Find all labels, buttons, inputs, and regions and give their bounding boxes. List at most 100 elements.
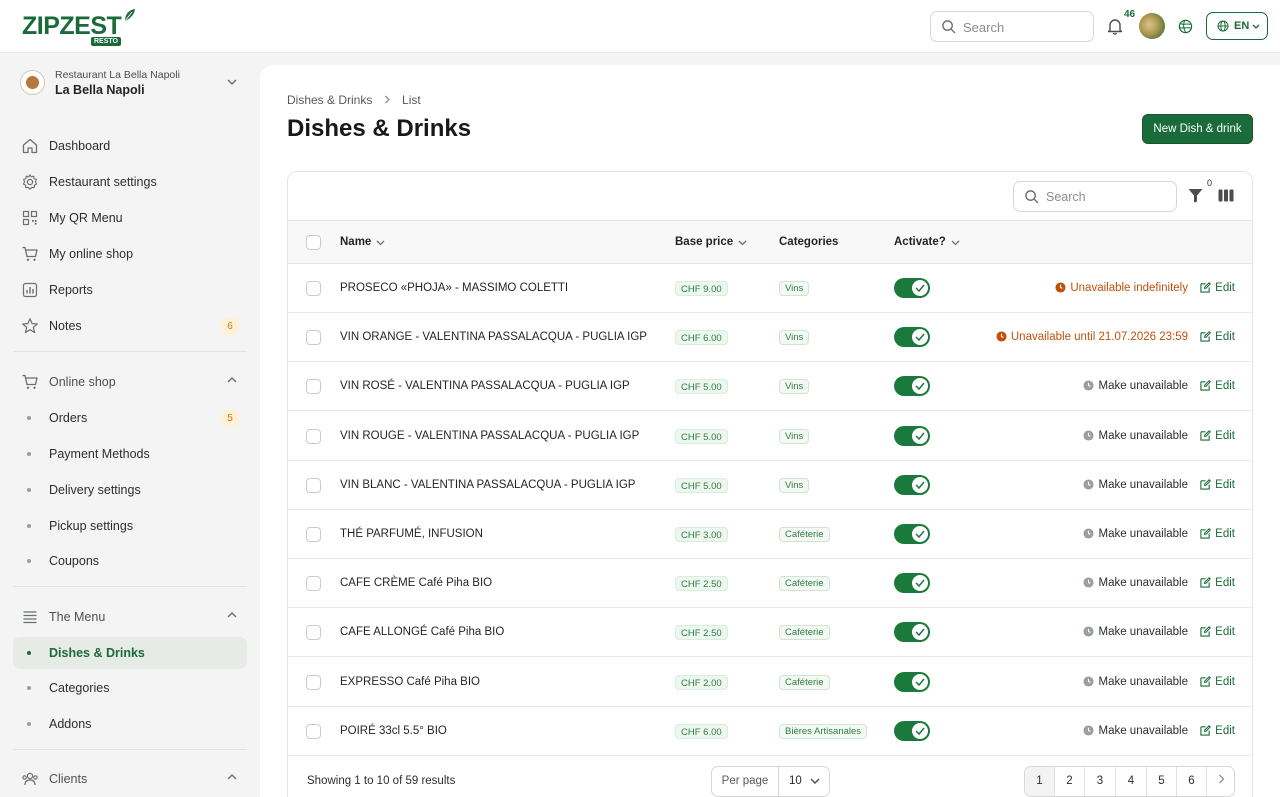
sidebar-item-online-shop[interactable]: My online shop (13, 238, 247, 270)
sidebar-item-pickup-settings[interactable]: Pickup settings (13, 510, 247, 542)
sidebar-item-reports[interactable]: Reports (13, 274, 247, 306)
sidebar-section-the-menu[interactable]: The Menu (13, 601, 247, 633)
row-checkbox[interactable] (306, 330, 321, 346)
edit-link[interactable]: Edit (1200, 676, 1235, 688)
activate-toggle[interactable] (894, 573, 930, 594)
row-checkbox[interactable] (306, 674, 321, 690)
table-row: CAFE CRÈME Café Piha BIO CHF 2.50 Caféteri… (288, 559, 1252, 609)
check-icon (915, 333, 925, 342)
restaurant-switcher[interactable]: Restaurant La Bella Napoli La Bella Napo… (20, 69, 250, 103)
language-selector[interactable]: EN (1206, 12, 1268, 40)
sidebar-item-notes[interactable]: Notes 6 (13, 310, 247, 342)
edit-link[interactable]: Edit (1200, 626, 1235, 638)
activate-toggle[interactable] (894, 376, 930, 397)
availability-action[interactable]: Make unavailable (1083, 380, 1188, 392)
chevron-up-icon (227, 377, 237, 383)
column-activate[interactable]: Activate? (894, 236, 960, 248)
column-base-price[interactable]: Base price (675, 236, 747, 248)
dish-name: VIN ROUGE - VALENTINA PASSALACQUA - PUGL… (340, 429, 640, 442)
chevron-up-icon (227, 612, 237, 618)
availability-action[interactable]: Make unavailable (1083, 725, 1188, 737)
edit-link[interactable]: Edit (1200, 725, 1235, 737)
sidebar-section-online-shop[interactable]: Online shop (13, 366, 247, 398)
user-avatar[interactable] (1139, 13, 1165, 39)
edit-link[interactable]: Edit (1200, 331, 1235, 343)
chevron-down-icon (738, 240, 747, 246)
sidebar-item-addons[interactable]: Addons (13, 708, 247, 740)
sidebar-item-restaurant-settings[interactable]: Restaurant settings (13, 166, 247, 198)
row-checkbox[interactable] (306, 281, 321, 296)
activate-toggle[interactable] (894, 671, 930, 692)
select-all-checkbox[interactable] (306, 235, 321, 250)
sidebar-item-orders[interactable]: Orders 5 (13, 402, 247, 434)
availability-action[interactable]: Unavailable indefinitely (1055, 282, 1188, 294)
dish-name: CAFE ALLONGÉ Café Piha BIO (340, 626, 505, 639)
activate-toggle[interactable] (894, 474, 930, 495)
dish-name: VIN ORANGE - VALENTINA PASSALACQUA - PUG… (340, 331, 647, 344)
activate-toggle[interactable] (894, 425, 930, 446)
row-checkbox[interactable] (306, 723, 321, 739)
filter-icon[interactable] (1187, 187, 1204, 204)
availability-action[interactable]: Unavailable until 21.07.2026 23:59 (996, 331, 1188, 343)
activate-toggle[interactable] (894, 524, 930, 544)
availability-action[interactable]: Make unavailable (1083, 676, 1188, 688)
page-2-button[interactable]: 2 (1055, 767, 1085, 796)
availability-action[interactable]: Make unavailable (1083, 430, 1188, 442)
sidebar-item-delivery-settings[interactable]: Delivery settings (13, 474, 247, 506)
activate-toggle[interactable] (894, 622, 930, 643)
next-page-button[interactable] (1207, 767, 1234, 796)
brand-logo[interactable]: ZIPZEST RESTO (22, 8, 142, 48)
clock-icon (1083, 725, 1095, 736)
global-search-input[interactable] (963, 17, 1083, 37)
column-name[interactable]: Name (340, 236, 385, 248)
world-icon[interactable] (1178, 19, 1193, 34)
toggle-knob (912, 624, 928, 641)
category-badge: Caféterie (779, 625, 830, 641)
edit-link[interactable]: Edit (1200, 479, 1235, 491)
edit-link[interactable]: Edit (1200, 380, 1235, 392)
sidebar-item-dishes-drinks[interactable]: Dishes & Drinks (13, 637, 247, 669)
per-page-select[interactable]: Per page 10 (711, 766, 830, 797)
sidebar-section-label: Clients (49, 772, 88, 786)
sidebar-item-dashboard[interactable]: Dashboard (13, 130, 247, 162)
edit-link[interactable]: Edit (1200, 528, 1235, 540)
per-page-value: 10 (789, 775, 802, 787)
edit-link[interactable]: Edit (1200, 282, 1235, 294)
availability-action[interactable]: Make unavailable (1083, 626, 1188, 638)
page-4-button[interactable]: 4 (1116, 767, 1147, 796)
table-search[interactable] (1013, 181, 1177, 212)
global-search[interactable] (930, 11, 1094, 42)
columns-icon[interactable] (1218, 189, 1234, 202)
sidebar-item-qr-menu[interactable]: My QR Menu (13, 202, 247, 234)
new-dish-drink-button[interactable]: New Dish & drink (1142, 114, 1253, 144)
sidebar-section-clients[interactable]: Clients (13, 763, 247, 795)
activate-toggle[interactable] (894, 327, 930, 348)
page-1-button[interactable]: 1 (1025, 767, 1055, 796)
availability-action[interactable]: Make unavailable (1083, 528, 1188, 540)
restaurant-logo (20, 70, 45, 95)
breadcrumb-dishes-drinks[interactable]: Dishes & Drinks (287, 93, 372, 107)
edit-icon (1200, 528, 1212, 539)
row-checkbox[interactable] (306, 576, 321, 592)
row-checkbox[interactable] (306, 477, 321, 493)
page-5-button[interactable]: 5 (1147, 767, 1177, 796)
price-badge: CHF 2.00 (675, 674, 728, 690)
edit-link[interactable]: Edit (1200, 577, 1235, 589)
activate-toggle[interactable] (894, 720, 930, 741)
row-checkbox[interactable] (306, 428, 321, 444)
filter-count: 0 (1207, 178, 1213, 188)
sidebar-item-coupons[interactable]: Coupons (13, 545, 247, 577)
sidebar-item-payment-methods[interactable]: Payment Methods (13, 438, 247, 470)
edit-link[interactable]: Edit (1200, 430, 1235, 442)
page-3-button[interactable]: 3 (1085, 767, 1116, 796)
table-search-input[interactable] (1046, 187, 1166, 207)
availability-action[interactable]: Make unavailable (1083, 577, 1188, 589)
row-checkbox[interactable] (306, 527, 321, 542)
row-checkbox[interactable] (306, 379, 321, 395)
page-6-button[interactable]: 6 (1177, 767, 1207, 796)
activate-toggle[interactable] (894, 278, 930, 298)
row-checkbox[interactable] (306, 625, 321, 641)
sidebar-item-categories[interactable]: Categories (13, 672, 247, 704)
bell-icon[interactable] (1106, 17, 1124, 35)
availability-action[interactable]: Make unavailable (1083, 479, 1188, 491)
